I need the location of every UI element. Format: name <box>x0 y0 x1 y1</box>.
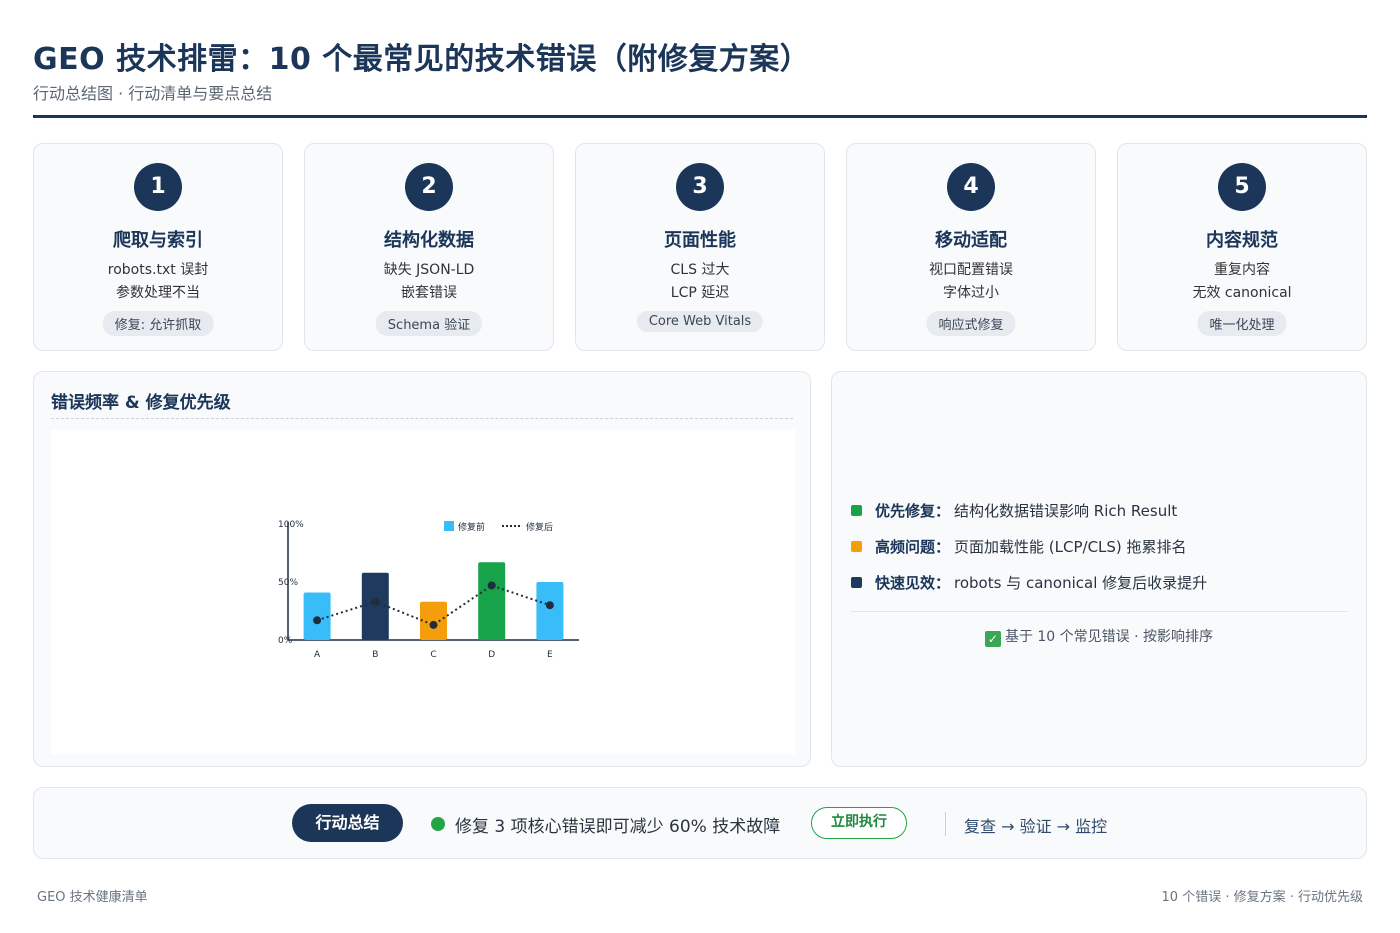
chart-panel-title: 错误频率 & 修复优先级 <box>51 393 231 413</box>
card-title: 移动适配 <box>935 230 1007 251</box>
card-title: 内容规范 <box>1206 230 1278 251</box>
summary-label: 快速见效： <box>875 573 951 592</box>
fix-tag: 修复: 允许抓取 <box>102 311 214 336</box>
card-issue-2: 字体过小 <box>943 285 999 301</box>
card-issue-2: 参数处理不当 <box>116 285 200 301</box>
x-tick-label: B <box>372 650 378 660</box>
card-issue-1: 视口配置错误 <box>929 262 1013 278</box>
x-tick-label: D <box>488 650 495 660</box>
summary-panel: 优先修复： 结构化数据错误影响 Rich Result 高频问题： 页面加载性能… <box>831 371 1367 767</box>
step-number-badge: 5 <box>1218 163 1266 211</box>
summary-note: ✓ 基于 10 个常见错误 · 按影响排序 <box>832 626 1366 647</box>
summary-label: 优先修复： <box>875 501 951 520</box>
summary-text: robots 与 canonical 修复后收录提升 <box>954 573 1208 592</box>
orange-square-icon <box>851 540 862 552</box>
step-number-badge: 3 <box>676 163 724 211</box>
card-issue-1: 缺失 JSON-LD <box>383 262 475 278</box>
summary-divider <box>851 611 1347 612</box>
x-tick-label: A <box>314 650 321 660</box>
summary-text: 页面加载性能 (LCP/CLS) 拖累排名 <box>954 537 1187 556</box>
summary-item-frequent: 高频问题： 页面加载性能 (LCP/CLS) 拖累排名 <box>851 528 1347 564</box>
after-fix-point-D <box>487 581 496 590</box>
card-issue-1: CLS 过大 <box>670 262 730 278</box>
chart-area: 0% 50% 100% A B C D E 修复前 修复后 <box>51 430 795 754</box>
footer-left: GEO 技术健康清单 <box>37 890 148 905</box>
status-dot-icon <box>431 817 445 831</box>
page-subtitle: 行动总结图 · 行动清单与要点总结 <box>33 84 273 103</box>
fix-tag: Schema 验证 <box>375 311 483 336</box>
legend-label-before: 修复前 <box>458 521 485 533</box>
header-divider <box>33 115 1367 118</box>
step-number-badge: 1 <box>134 163 182 211</box>
card-issue-2: 无效 canonical <box>1192 285 1292 301</box>
after-fix-point-E <box>545 601 554 610</box>
legend-swatch-before <box>444 521 454 531</box>
card-issue-1: 重复内容 <box>1214 262 1270 278</box>
summary-text: 结构化数据错误影响 Rich Result <box>954 501 1178 520</box>
category-card-4[interactable]: 4 移动适配 视口配置错误 字体过小 响应式修复 <box>846 143 1096 351</box>
after-fix-point-B <box>371 597 380 606</box>
category-card-1[interactable]: 1 爬取与索引 robots.txt 误封 参数处理不当 修复: 允许抓取 <box>33 143 283 351</box>
bar-E <box>536 582 564 640</box>
y-tick-label: 50% <box>278 578 298 588</box>
action-summary-bar: 行动总结 修复 3 项核心错误即可减少 60% 技术故障 立即执行 复查 → 验… <box>33 787 1367 859</box>
after-fix-point-C <box>429 620 438 629</box>
panel-divider <box>51 418 793 419</box>
fix-tag: Core Web Vitals <box>636 311 764 332</box>
action-summary-text: 修复 3 项核心错误即可减少 60% 技术故障 <box>455 817 781 837</box>
error-frequency-chart: 0% 50% 100% A B C D E 修复前 修复后 <box>278 520 579 660</box>
y-tick-label: 0% <box>278 636 293 646</box>
summary-list: 优先修复： 结构化数据错误影响 Rich Result 高频问题： 页面加载性能… <box>851 492 1347 600</box>
card-title: 结构化数据 <box>384 230 474 251</box>
legend-label-after: 修复后 <box>526 521 553 533</box>
workflow-steps: 复查 → 验证 → 监控 <box>964 817 1108 836</box>
y-tick-label: 100% <box>278 520 304 530</box>
bar-C <box>420 601 447 640</box>
after-fix-point-A <box>313 616 322 625</box>
summary-label: 高频问题： <box>875 537 951 556</box>
navy-square-icon <box>851 576 862 588</box>
summary-item-quick-win: 快速见效： robots 与 canonical 修复后收录提升 <box>851 564 1347 600</box>
chart-panel: 错误频率 & 修复优先级 0% 50% 100% A B C D E 修复前 修复后 <box>33 371 811 767</box>
category-card-3[interactable]: 3 页面性能 CLS 过大 LCP 延迟 Core Web Vitals <box>575 143 825 351</box>
step-number-badge: 2 <box>405 163 453 211</box>
category-card-2[interactable]: 2 结构化数据 缺失 JSON-LD 嵌套错误 Schema 验证 <box>304 143 554 351</box>
step-number-badge: 4 <box>947 163 995 211</box>
card-title: 页面性能 <box>664 230 736 251</box>
green-square-icon <box>851 504 862 516</box>
fix-tag: 唯一化处理 <box>1197 311 1287 336</box>
x-tick-label: C <box>430 650 436 660</box>
bar-D <box>478 562 506 640</box>
execute-now-button[interactable]: 立即执行 <box>811 807 907 839</box>
page-title: GEO 技术排雷：10 个最常见的技术错误（附修复方案） <box>33 42 811 77</box>
card-title: 爬取与索引 <box>113 230 203 251</box>
footer-right: 10 个错误 · 修复方案 · 行动优先级 <box>1161 890 1363 905</box>
x-tick-label: E <box>547 650 553 660</box>
fix-tag: 响应式修复 <box>926 311 1016 336</box>
action-summary-badge: 行动总结 <box>292 804 403 842</box>
card-issue-1: robots.txt 误封 <box>107 262 209 278</box>
vertical-divider <box>945 812 946 836</box>
category-card-5[interactable]: 5 内容规范 重复内容 无效 canonical 唯一化处理 <box>1117 143 1367 351</box>
summary-note-text: 基于 10 个常见错误 · 按影响排序 <box>1004 629 1214 645</box>
check-mark-icon: ✓ <box>984 631 1001 647</box>
card-issue-2: LCP 延迟 <box>670 285 730 301</box>
card-issue-2: 嵌套错误 <box>401 285 457 301</box>
summary-item-priority: 优先修复： 结构化数据错误影响 Rich Result <box>851 492 1347 528</box>
